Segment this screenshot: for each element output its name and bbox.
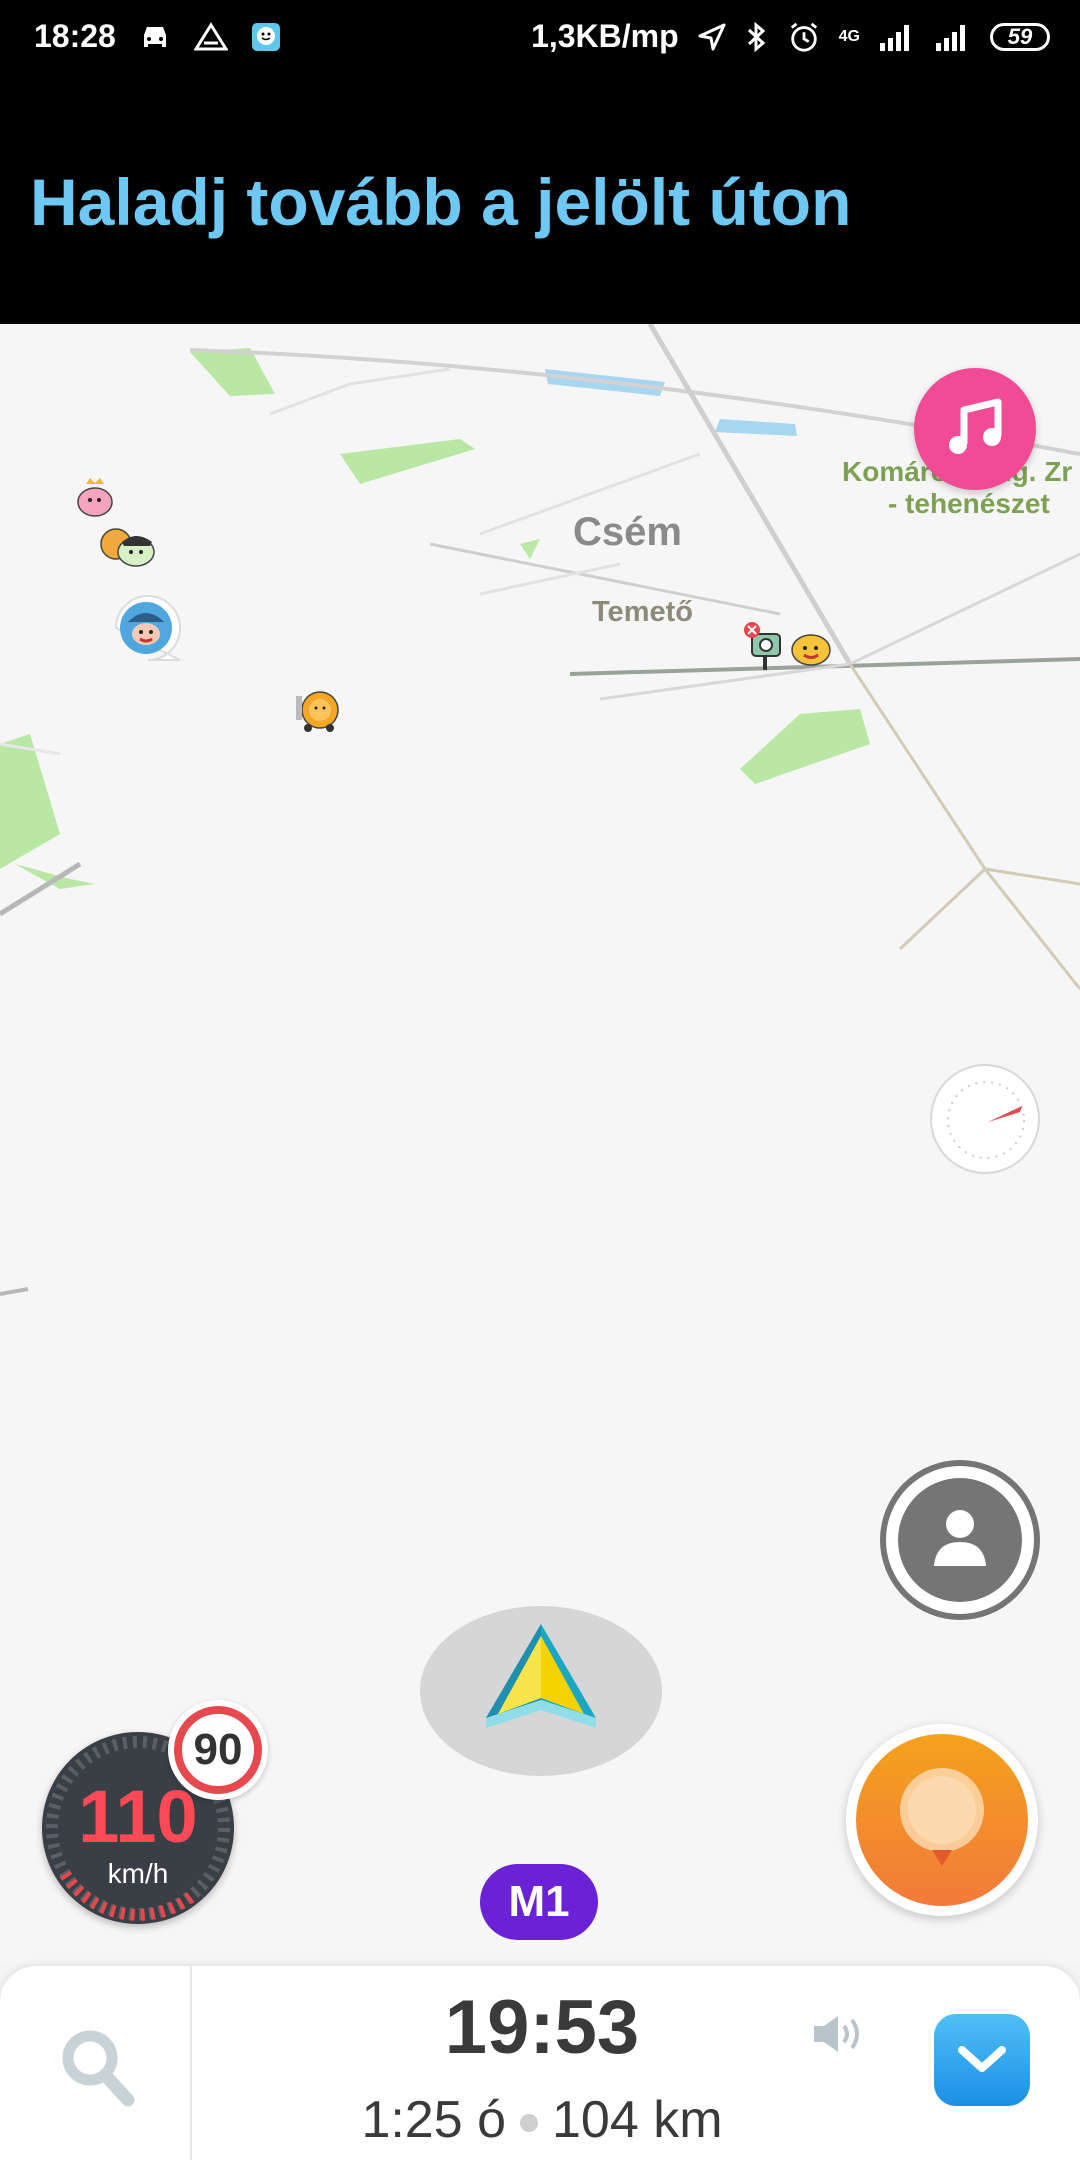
police-report-icon[interactable] — [110, 592, 186, 668]
water — [715, 419, 797, 436]
wazer-sunflower-icon[interactable] — [290, 686, 342, 734]
person-icon — [934, 1510, 986, 1566]
road — [984, 867, 1080, 886]
alarm-icon — [790, 22, 817, 52]
wazer-avatar-icon[interactable] — [74, 476, 116, 522]
eta-time[interactable]: 19:53 — [192, 1984, 892, 2071]
compass-icon — [947, 1081, 1025, 1159]
search-icon — [62, 2030, 135, 2107]
cemetery-label: Temető — [592, 596, 693, 628]
field — [15, 864, 95, 889]
speed-limit-sign: 90 — [168, 1700, 268, 1800]
speed-unit: km/h — [107, 1858, 169, 1889]
report-button[interactable] — [846, 1724, 1038, 1916]
town-label: Csém — [573, 510, 682, 554]
profile-button[interactable] — [880, 1460, 1040, 1620]
speed-limit-value: 90 — [174, 1706, 262, 1794]
waze-icon — [251, 22, 280, 51]
field — [190, 348, 275, 396]
signal-icon — [880, 24, 909, 51]
navigation-arrow-icon — [486, 1624, 596, 1728]
network-speed: 1,3KB/mp — [531, 18, 679, 54]
poi-label-line2: - tehenészet — [888, 488, 1050, 519]
search-button[interactable] — [0, 1966, 190, 2160]
separator-dot — [520, 2114, 539, 2133]
instruction-text: Haladj tovább a jelölt úton — [30, 165, 852, 239]
wazer-group-icon[interactable] — [96, 520, 160, 576]
road — [848, 663, 1080, 990]
car-icon — [143, 26, 166, 47]
road — [898, 867, 987, 951]
compass-button[interactable] — [930, 1064, 1040, 1174]
signal-icon — [936, 24, 965, 51]
report-pin-icon — [900, 1768, 984, 1866]
field — [520, 539, 540, 559]
status-bar: 18:28 1,3KB/mp 4G 59 — [0, 0, 1080, 78]
remaining-distance: 104 km — [552, 2091, 723, 2149]
field — [340, 439, 475, 484]
instruction-banner[interactable]: Haladj tovább a jelölt úton — [0, 78, 1080, 324]
field — [0, 734, 60, 869]
collapse-button[interactable] — [934, 2014, 1030, 2106]
speed-camera-icon[interactable] — [742, 620, 786, 672]
remaining-time: 1:25 ó — [361, 2091, 507, 2149]
triangle-a-icon — [193, 21, 228, 50]
map-view[interactable]: Csém Temető Komáromi Mg. Zr - tehenészet — [0, 324, 1080, 1964]
battery-icon: 59 — [990, 22, 1050, 51]
road — [269, 367, 451, 416]
bottom-bar: 19:53 1:25 ó 104 km — [0, 1966, 1080, 2160]
network-type: 4G — [838, 27, 860, 45]
location-arrow-icon — [698, 23, 726, 50]
trip-summary[interactable]: 1:25 ó 104 km — [192, 2090, 892, 2150]
road — [0, 1287, 29, 1296]
current-position-marker[interactable] — [420, 1606, 662, 1776]
bluetooth-icon — [747, 21, 765, 52]
wazer-avatar-icon[interactable] — [788, 630, 834, 670]
music-note-icon — [949, 398, 1002, 454]
field — [740, 709, 870, 784]
status-time: 18:28 — [34, 18, 116, 54]
chevron-down-icon — [958, 2046, 1006, 2072]
volume-icon[interactable] — [812, 2012, 864, 2056]
music-button[interactable] — [914, 368, 1036, 490]
road-shield: M1 — [480, 1864, 598, 1940]
